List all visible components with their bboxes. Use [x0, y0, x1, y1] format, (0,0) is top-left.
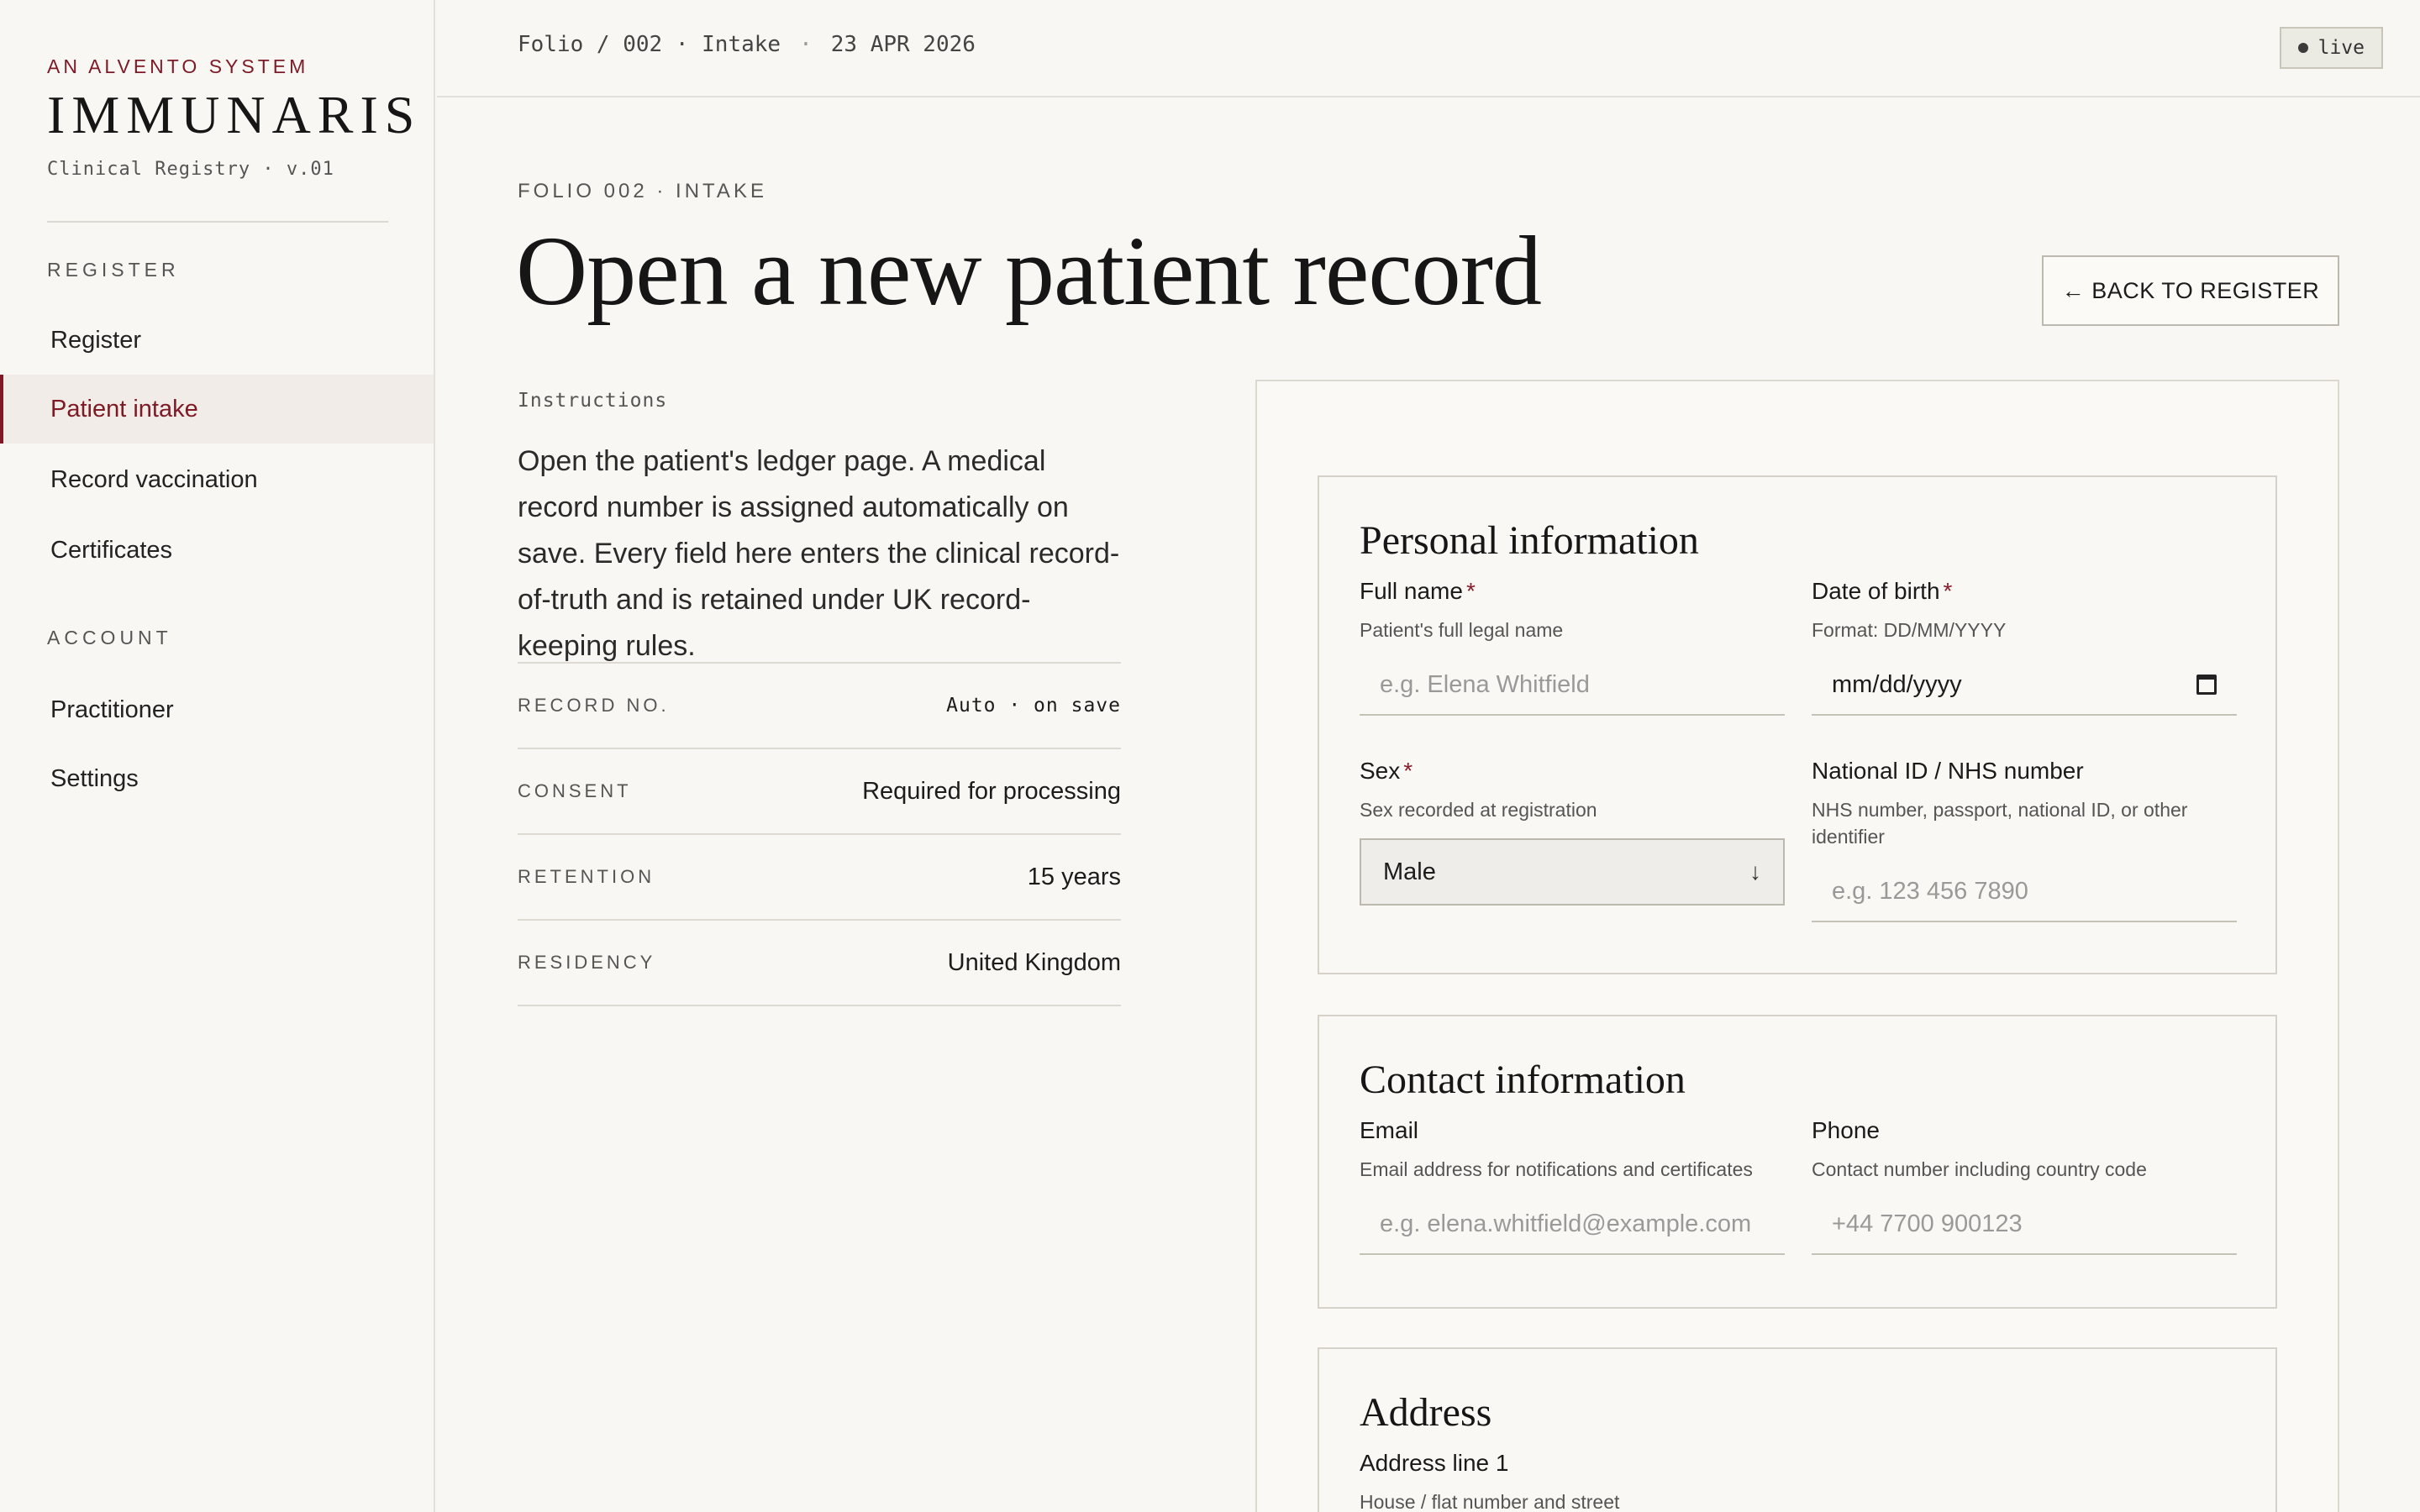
info-row-residency: RESIDENCY United Kingdom [518, 921, 1121, 1006]
dob-field: Date of birth * Format: DD/MM/YYYY mm/dd/… [1812, 578, 2237, 716]
dob-help: Format: DD/MM/YYYY [1812, 619, 2007, 641]
breadcrumb-date: 23 APR 2026 [830, 32, 976, 57]
address-line1-label: Address line 1 [1360, 1450, 1509, 1476]
sex-label: Sex * [1360, 758, 1785, 785]
sex-select[interactable]: Male ↓ [1360, 838, 1785, 906]
sex-label-text: Sex [1360, 758, 1401, 784]
topbar: Folio / 002 · Intake · 23 APR 2026 live [437, 0, 2420, 97]
sidebar-item-practitioner[interactable]: Practitioner [0, 675, 434, 744]
sidebar-item-patient-intake[interactable]: Patient intake [0, 375, 434, 444]
address-line1-field: Address line 1 House / flat number and s… [1360, 1450, 1785, 1512]
sidebar-item-record-vaccination[interactable]: Record vaccination [0, 445, 434, 514]
info-key: RECORD NO. [518, 695, 670, 716]
email-field: Email Email address for notifications an… [1360, 1117, 1785, 1255]
divider [47, 221, 388, 223]
arrow-down-icon: ↓ [1749, 858, 1761, 885]
personal-info-title: Personal information [1360, 518, 1699, 563]
full-name-help: Patient's full legal name [1360, 619, 1564, 641]
status-dot-icon [2297, 43, 2308, 53]
info-row-record-no: RECORD NO. Auto · on save [518, 664, 1121, 749]
info-row-consent: CONSENT Required for processing [518, 749, 1121, 835]
breadcrumb-separator: · [799, 32, 813, 57]
calendar-icon[interactable] [2196, 675, 2217, 695]
info-value: Required for processing [862, 777, 1121, 805]
contact-info-title: Contact information [1360, 1058, 1686, 1102]
page-kicker: FOLIO 002 · INTAKE [518, 180, 767, 202]
status-badge: live [2279, 27, 2383, 69]
brand-kicker: AN ALVENTO SYSTEM [47, 55, 309, 77]
sidebar-item-settings[interactable]: Settings [0, 744, 434, 813]
sidebar: AN ALVENTO SYSTEM IMMUNARIS Clinical Reg… [0, 0, 435, 1512]
address-line1-help: House / flat number and street [1360, 1491, 1620, 1512]
breadcrumb: Folio / 002 · Intake · 23 APR 2026 [518, 32, 976, 57]
required-marker: * [1465, 578, 1476, 604]
page-title: Open a new patient record [516, 216, 1542, 326]
full-name-label: Full name * [1360, 578, 1785, 605]
info-value: United Kingdom [947, 948, 1121, 976]
email-help: Email address for notifications and cert… [1360, 1158, 1753, 1180]
sidebar-item-certificates[interactable]: Certificates [0, 516, 434, 585]
instructions-text: Open the patient's ledger page. A medica… [518, 445, 1120, 662]
info-value: Auto · on save [946, 695, 1121, 717]
record-info-table: RECORD NO. Auto · on save CONSENT Requir… [518, 662, 1121, 1006]
personal-info-card: Personal information Full name * Patient'… [1318, 475, 2277, 974]
sex-field: Sex * Sex recorded at registration Male ↓ [1360, 758, 1785, 906]
info-key: RESIDENCY [518, 952, 656, 973]
info-value: 15 years [1027, 863, 1121, 890]
national-id-input[interactable]: e.g. 123 456 7890 [1812, 862, 2237, 922]
nav-group-register-title: REGISTER [47, 259, 180, 281]
sex-help: Sex recorded at registration [1360, 799, 1597, 821]
phone-field: Phone Contact number including country c… [1812, 1117, 2237, 1255]
brand-name: IMMUNARIS [47, 85, 422, 144]
required-marker: * [1403, 758, 1413, 784]
full-name-field: Full name * Patient's full legal name e.g… [1360, 578, 1785, 716]
national-id-field: National ID / NHS number NHS number, pas… [1812, 758, 2237, 922]
email-label: Email [1360, 1117, 1419, 1143]
required-marker: * [1943, 578, 1953, 604]
national-id-help: NHS number, passport, national ID, or ot… [1812, 799, 2188, 848]
phone-help: Contact number including country code [1812, 1158, 2147, 1180]
address-card: Address Address line 1 House / flat numb… [1318, 1347, 2277, 1512]
brand-subtitle: Clinical Registry · v.01 [47, 159, 334, 180]
intake-form-panel: Personal information Full name * Patient'… [1255, 380, 2339, 1512]
brand: AN ALVENTO SYSTEM IMMUNARIS Clinical Reg… [47, 55, 422, 180]
info-row-retention: RETENTION 15 years [518, 835, 1121, 921]
national-id-label: National ID / NHS number [1812, 758, 2084, 784]
full-name-input[interactable]: e.g. Elena Whitfield [1360, 655, 1785, 716]
instructions-label: Instructions [518, 390, 668, 412]
phone-input[interactable]: +44 7700 900123 [1812, 1194, 2237, 1255]
dob-label: Date of birth * [1812, 578, 2237, 605]
phone-label: Phone [1812, 1117, 1880, 1143]
full-name-label-text: Full name [1360, 578, 1463, 604]
status-badge-label: live [2317, 37, 2365, 59]
breadcrumb-path: Folio / 002 · Intake [518, 32, 781, 57]
address-title: Address [1360, 1390, 1492, 1435]
dob-label-text: Date of birth [1812, 578, 1940, 604]
info-key: CONSENT [518, 780, 632, 801]
dob-input-value: mm/dd/yyyy [1832, 670, 1962, 698]
info-key: RETENTION [518, 866, 655, 887]
sidebar-item-register[interactable]: Register [0, 306, 434, 375]
nav-group-account-title: ACCOUNT [47, 627, 172, 648]
email-input[interactable]: e.g. elena.whitfield@example.com [1360, 1194, 1785, 1255]
contact-info-card: Contact information Email Email address … [1318, 1015, 2277, 1309]
back-to-register-button[interactable]: ← BACK TO REGISTER [2042, 255, 2339, 326]
dob-input[interactable]: mm/dd/yyyy [1812, 655, 2237, 716]
sex-select-value: Male [1383, 858, 1436, 885]
